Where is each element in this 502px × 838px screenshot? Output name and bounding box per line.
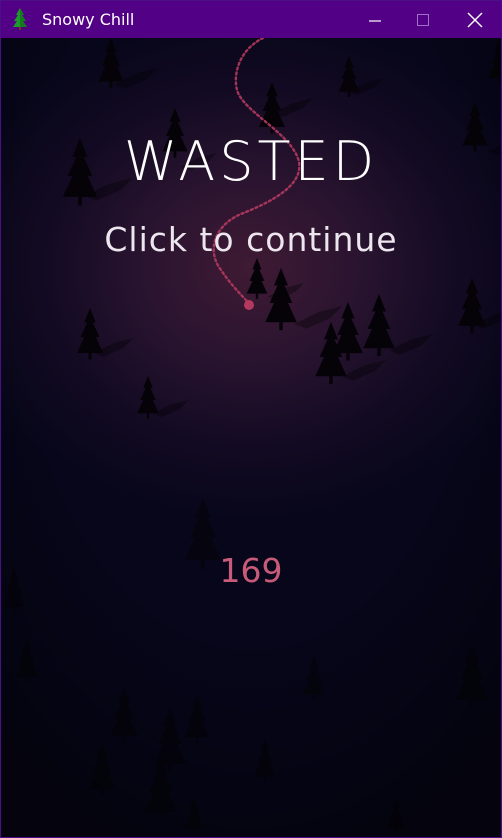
close-icon — [467, 12, 483, 27]
window-title: Snowy Chill — [42, 10, 135, 29]
close-button[interactable] — [450, 1, 500, 38]
game-window: Snowy Chill WASTED Click to continue 169 — [0, 0, 502, 838]
continue-prompt[interactable]: Click to continue — [1, 220, 501, 260]
pine-tree-icon — [13, 8, 27, 30]
minimize-button[interactable] — [350, 1, 400, 38]
game-over-title: WASTED — [123, 130, 379, 193]
title-bar[interactable]: Snowy Chill — [1, 1, 501, 38]
game-canvas[interactable]: WASTED Click to continue 169 — [1, 38, 501, 837]
maximize-icon — [417, 13, 429, 26]
score-value: 169 — [219, 551, 283, 590]
maximize-button[interactable] — [398, 1, 448, 38]
minimize-icon — [369, 19, 381, 22]
